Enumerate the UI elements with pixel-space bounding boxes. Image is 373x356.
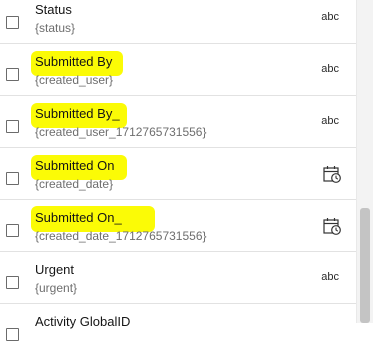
date-time-icon xyxy=(323,166,341,183)
field-label: Submitted On_ xyxy=(35,210,122,225)
field-expression: {created_date} xyxy=(35,177,114,191)
field-checkbox[interactable] xyxy=(6,224,19,237)
text-type-icon: abc xyxy=(321,115,339,127)
field-label: Submitted By xyxy=(35,54,113,69)
date-time-icon xyxy=(323,218,341,235)
field-expression: {status} xyxy=(35,21,76,35)
field-checkbox[interactable] xyxy=(6,16,19,29)
field-label: Activity GlobalID xyxy=(35,314,131,329)
field-expression: {urgent} xyxy=(35,281,78,295)
field-row-status[interactable]: Status {status} abc xyxy=(0,0,356,44)
field-expression: {created_user_1712765731556} xyxy=(35,125,207,139)
field-row-submitted-on[interactable]: Submitted On {created_date} xyxy=(0,148,356,200)
field-checkbox[interactable] xyxy=(6,276,19,289)
text-type-icon: abc xyxy=(321,63,339,75)
field-expression: {created_date_1712765731556} xyxy=(35,229,207,243)
field-row-urgent[interactable]: Urgent {urgent} abc xyxy=(0,252,356,304)
field-checkbox[interactable] xyxy=(6,328,19,341)
text-type-icon: abc xyxy=(321,271,339,283)
field-checkbox[interactable] xyxy=(6,120,19,133)
field-label: Submitted By_ xyxy=(35,106,120,121)
scrollbar-thumb[interactable] xyxy=(360,208,370,323)
text-type-icon: abc xyxy=(321,11,339,23)
field-row-activity-globalid[interactable]: Activity GlobalID xyxy=(0,304,356,356)
field-label: Submitted On xyxy=(35,158,115,173)
field-expression: {created_user} xyxy=(35,73,114,87)
field-row-submitted-on-copy[interactable]: Submitted On_ {created_date_171276573155… xyxy=(0,200,356,252)
field-list: Status {status} abc Submitted By {create… xyxy=(0,0,356,356)
field-row-submitted-by[interactable]: Submitted By {created_user} abc xyxy=(0,44,356,96)
field-row-submitted-by-copy[interactable]: Submitted By_ {created_user_171276573155… xyxy=(0,96,356,148)
field-checkbox[interactable] xyxy=(6,68,19,81)
field-label: Urgent xyxy=(35,262,75,277)
vertical-scrollbar[interactable] xyxy=(356,0,373,323)
field-label: Status xyxy=(35,2,72,17)
field-checkbox[interactable] xyxy=(6,172,19,185)
